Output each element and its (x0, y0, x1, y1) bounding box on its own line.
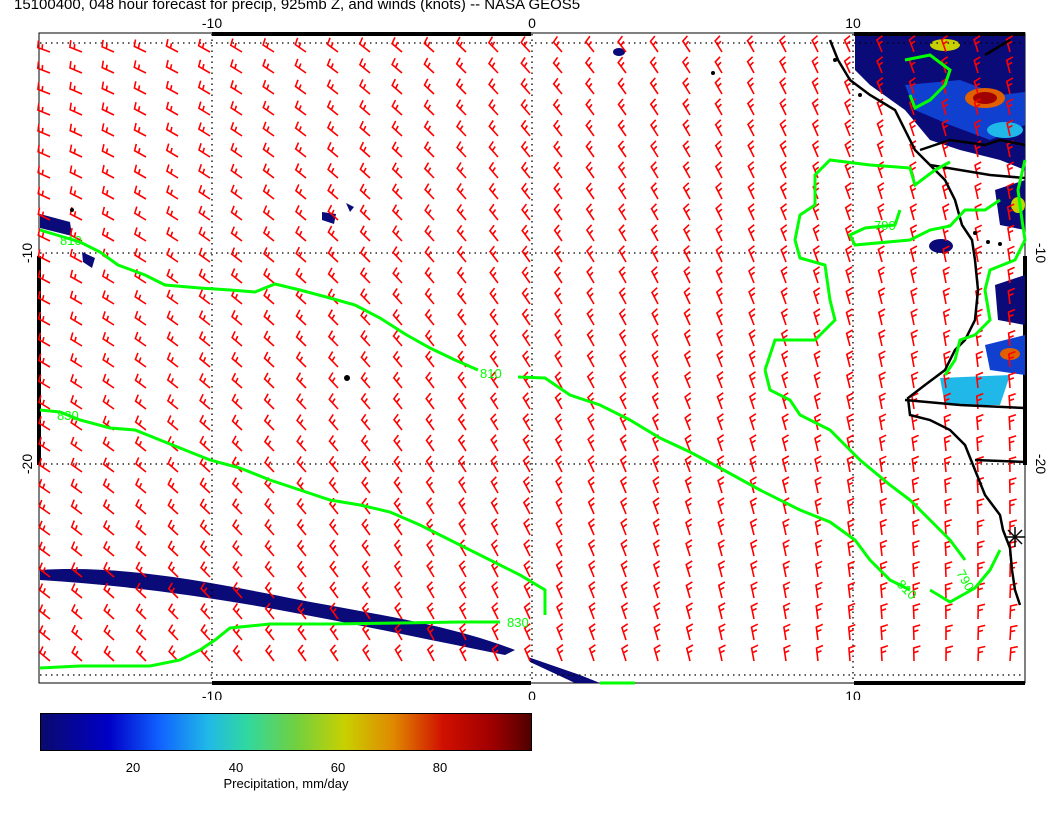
svg-text:830: 830 (57, 408, 79, 423)
svg-text:-10: -10 (19, 243, 35, 263)
svg-text:-20: -20 (19, 454, 35, 474)
svg-text:-10: -10 (1033, 243, 1049, 263)
svg-text:0: 0 (528, 688, 536, 700)
precipitation-colorbar (40, 713, 532, 751)
svg-text:-10: -10 (202, 688, 222, 700)
svg-text:810: 810 (480, 366, 502, 381)
svg-text:830: 830 (507, 615, 529, 630)
colorbar-label: Precipitation, mm/day (223, 776, 349, 791)
svg-text:790: 790 (874, 218, 896, 233)
svg-text:0: 0 (528, 15, 536, 31)
colorbar-tick: 60 (330, 760, 346, 775)
svg-text:810: 810 (60, 233, 82, 248)
svg-text:-10: -10 (202, 15, 222, 31)
colorbar-tick: 20 (125, 760, 141, 775)
colorbar-tick: 40 (228, 760, 244, 775)
svg-text:10: 10 (845, 15, 861, 31)
forecast-map: 810 830 830 790 790 810 810 -10 0 10 -10… (19, 15, 1049, 700)
svg-text:10: 10 (845, 688, 861, 700)
colorbar-tick: 80 (432, 760, 448, 775)
asterisk-marker (1005, 527, 1025, 547)
svg-text:-20: -20 (1033, 454, 1049, 474)
